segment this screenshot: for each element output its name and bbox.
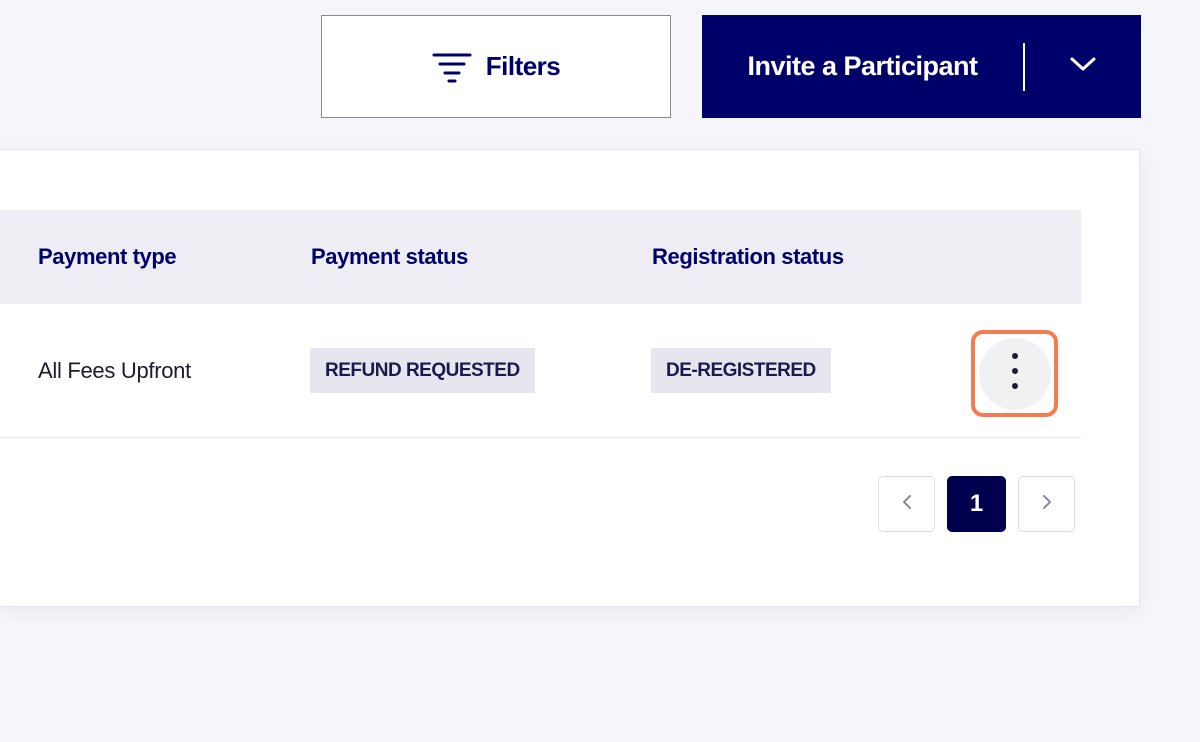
invite-participant-split-button: Invite a Participant [702, 15, 1141, 118]
registration-status-badge: DE-REGISTERED [651, 348, 831, 393]
table-row: All Fees Upfront REFUND REQUESTED DE-REG… [0, 304, 1081, 438]
row-actions-button[interactable] [978, 337, 1051, 410]
page-1-button[interactable]: 1 [947, 476, 1006, 532]
filters-label: Filters [485, 51, 561, 81]
filters-button[interactable]: Filters [321, 15, 671, 118]
invite-participant-button[interactable]: Invite a Participant [702, 15, 1023, 118]
column-header-registration-status[interactable]: Registration status [652, 210, 844, 304]
more-vertical-icon [1011, 351, 1019, 396]
filter-lines-icon [432, 47, 472, 87]
pagination: 1 [878, 476, 1075, 532]
chevron-down-icon [1069, 55, 1097, 78]
table-header: Payment type Payment status Registration… [0, 210, 1081, 304]
previous-page-button[interactable] [878, 476, 935, 532]
invite-participant-label: Invite a Participant [747, 51, 978, 81]
chevron-left-icon [901, 493, 913, 516]
chevron-right-icon [1041, 493, 1053, 516]
participants-table-card: Payment type Payment status Registration… [0, 149, 1140, 607]
page: Filters Invite a Participant Payment typ… [0, 0, 1200, 742]
column-header-payment-type[interactable]: Payment type [38, 210, 177, 304]
payment-type-cell: All Fees Upfront [38, 358, 191, 383]
next-page-button[interactable] [1018, 476, 1075, 532]
column-header-payment-status[interactable]: Payment status [311, 210, 468, 304]
invite-options-dropdown[interactable] [1025, 15, 1141, 118]
payment-status-badge: REFUND REQUESTED [310, 348, 535, 393]
actions-highlight [971, 330, 1058, 417]
